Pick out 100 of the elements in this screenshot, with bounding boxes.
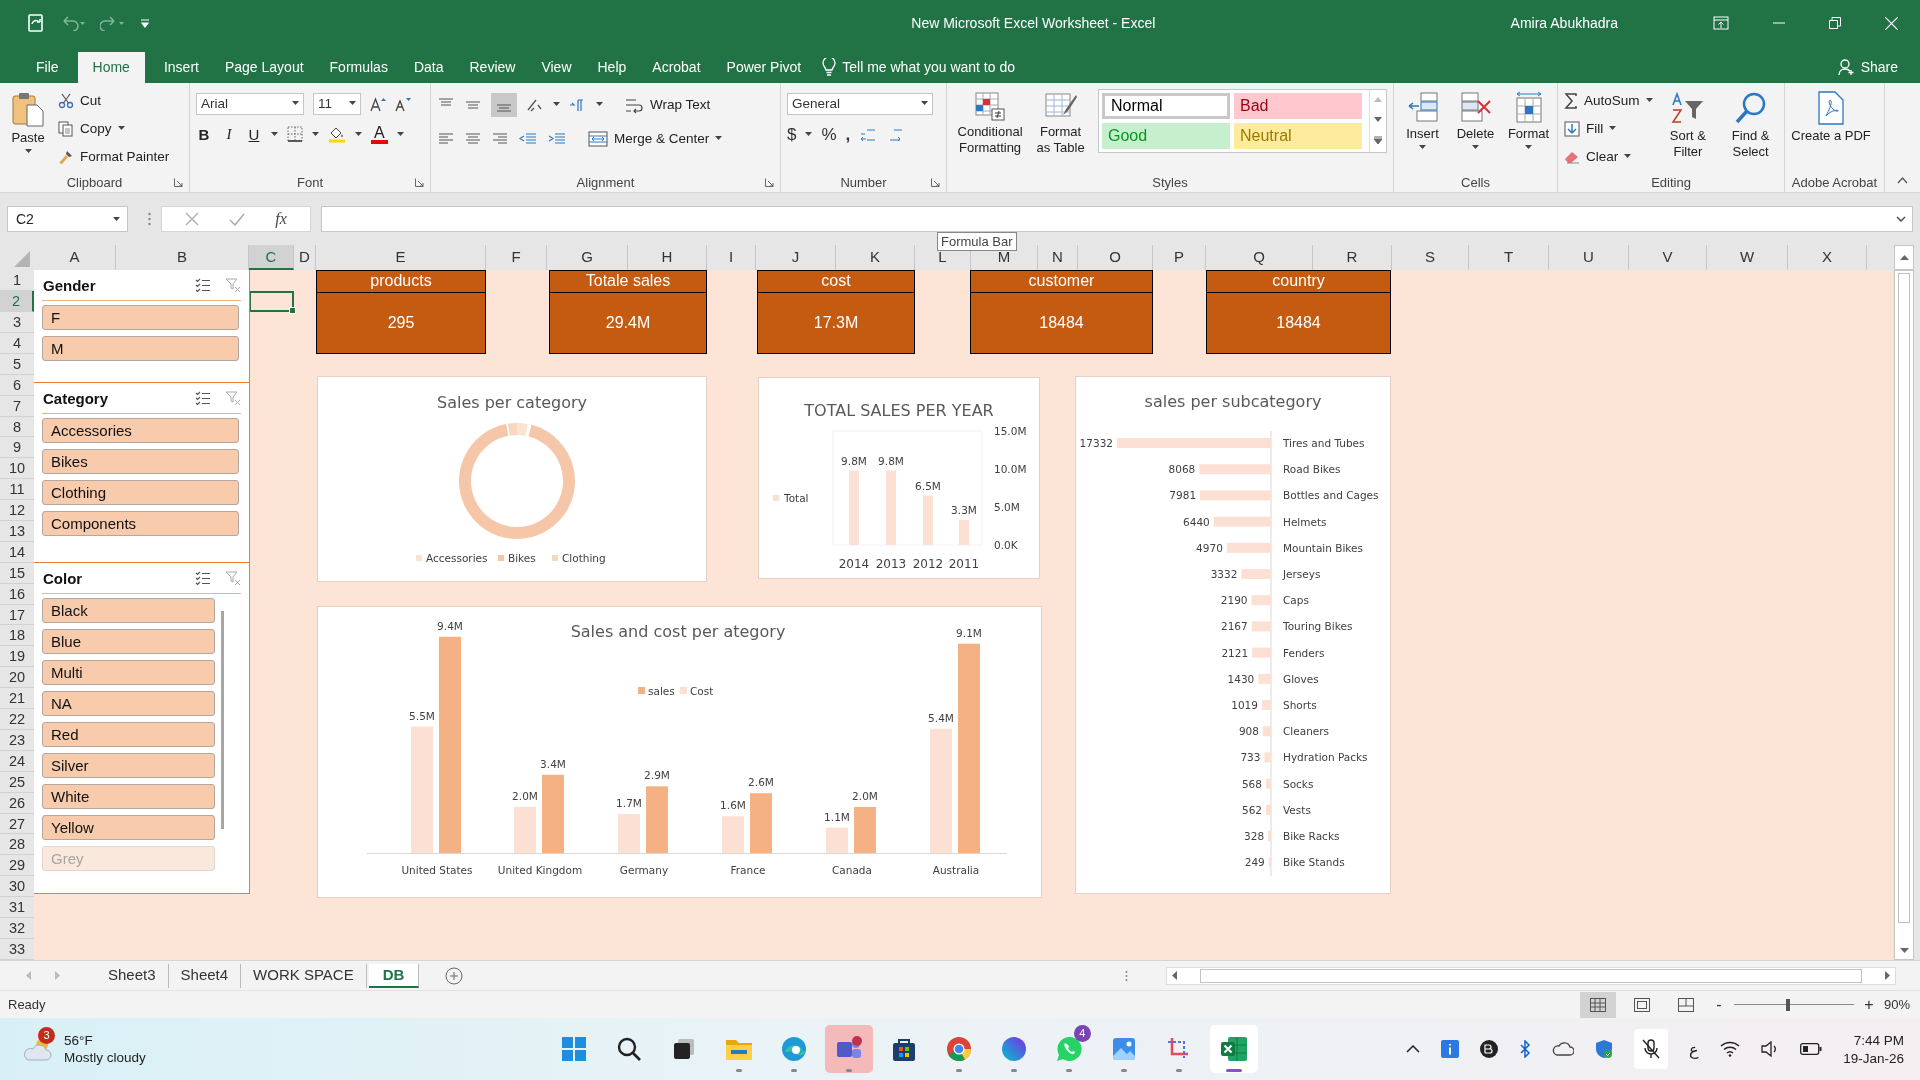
split-handle-icon[interactable] — [1125, 969, 1128, 982]
tell-me-search[interactable]: Tell me what you want to do — [842, 59, 1015, 76]
column-header[interactable]: K — [836, 245, 915, 271]
multi-select-icon[interactable] — [195, 277, 211, 293]
chevron-up-icon[interactable] — [1406, 1045, 1421, 1054]
collapse-ribbon-icon[interactable] — [1897, 177, 1908, 185]
slicer-item[interactable]: White — [42, 784, 215, 810]
cut-button[interactable]: Cut — [58, 88, 170, 113]
microphone-muted-button[interactable] — [1634, 1029, 1669, 1070]
font-color-button[interactable]: A — [371, 124, 388, 144]
ribbon-tab[interactable]: Formulas — [316, 51, 401, 83]
comma-style-button[interactable]: , — [845, 124, 851, 145]
slicer-item[interactable]: M — [42, 336, 239, 362]
more-styles-icon[interactable] — [1374, 136, 1382, 145]
zoom-slider[interactable] — [1734, 997, 1854, 1012]
decrease-font-size-icon[interactable] — [395, 95, 411, 112]
italic-button[interactable]: I — [221, 125, 237, 143]
taskbar-button[interactable]: 4 — [1044, 1025, 1093, 1074]
slicer-item[interactable]: Red — [42, 722, 215, 748]
slicer-item[interactable]: Silver — [42, 753, 215, 779]
cell-style[interactable]: Bad — [1234, 92, 1362, 119]
wrap-text-button[interactable]: Wrap Text — [624, 92, 711, 117]
bottom-align-icon[interactable] — [491, 92, 517, 117]
column-header[interactable]: O — [1078, 245, 1153, 271]
multi-select-icon[interactable] — [195, 390, 211, 406]
undo-icon[interactable] — [60, 15, 86, 32]
slicer-scrollbar[interactable] — [221, 611, 224, 830]
cell-style[interactable]: Normal — [1102, 92, 1230, 119]
fill-color-icon[interactable] — [328, 125, 346, 144]
close-icon[interactable] — [1885, 16, 1898, 30]
info-icon[interactable] — [1441, 1040, 1460, 1059]
bold-button[interactable]: B — [196, 125, 212, 143]
slicer-item[interactable]: F — [42, 305, 239, 331]
dialog-launcher-icon[interactable] — [931, 178, 940, 188]
ribbon-display-icon[interactable] — [1713, 16, 1729, 31]
cloud-icon[interactable] — [1552, 1042, 1575, 1057]
slicer-item[interactable]: Components — [42, 511, 239, 537]
zoom-out-button[interactable]: - — [1712, 995, 1726, 1014]
cells-button[interactable]: Format — [1506, 86, 1551, 150]
format-as-table-button[interactable]: Format as Table — [1035, 86, 1086, 156]
copy-button[interactable]: Copy — [58, 116, 170, 141]
sheet-tab[interactable]: DB — [368, 963, 420, 988]
font-size-field[interactable]: 11 — [313, 92, 361, 115]
format-painter-button[interactable]: Format Painter — [58, 144, 170, 169]
scroll-down-icon[interactable] — [1900, 948, 1909, 954]
scrollbar-thumb[interactable] — [1898, 273, 1910, 924]
slicer-item[interactable]: Accessories — [42, 418, 239, 444]
borders-icon[interactable] — [287, 126, 303, 143]
zoom-thumb[interactable] — [1786, 998, 1790, 1011]
name-box[interactable]: C2 — [7, 206, 128, 233]
ribbon-tab[interactable]: Home — [77, 51, 145, 83]
formula-input[interactable] — [321, 206, 1913, 233]
minimize-icon[interactable] — [1773, 22, 1785, 25]
checkmark-icon[interactable] — [229, 212, 246, 226]
increase-font-size-icon[interactable] — [370, 95, 386, 112]
clear-button[interactable]: Clear — [1564, 144, 1653, 169]
user-name[interactable]: Amira Abukhadra — [1510, 15, 1618, 32]
wifi-icon[interactable] — [1720, 1041, 1741, 1058]
bluetooth-icon[interactable] — [1519, 1040, 1532, 1059]
scroll-up-icon[interactable] — [1899, 255, 1909, 261]
dialog-launcher-icon[interactable] — [415, 178, 424, 188]
slicer-item[interactable]: Yellow — [42, 815, 215, 841]
scroll-down-icon[interactable] — [1374, 116, 1382, 122]
increase-indent-icon[interactable] — [547, 130, 567, 147]
ribbon-tab[interactable]: Help — [584, 51, 640, 83]
sort-filter-button[interactable]: Sort & Filter — [1660, 86, 1716, 160]
cells-button[interactable]: Delete — [1453, 86, 1498, 150]
add-sheet-icon[interactable] — [445, 966, 464, 985]
battery-icon[interactable] — [1800, 1043, 1823, 1056]
clock[interactable]: 7:44 PM 19-Jan-26 — [1843, 1032, 1904, 1066]
dialog-launcher-icon[interactable] — [174, 178, 183, 188]
zoom-level[interactable]: 90% — [1884, 997, 1910, 1013]
create-pdf-button[interactable]: Create a PDF — [1791, 86, 1871, 144]
dialog-launcher-icon[interactable] — [765, 178, 774, 188]
sheet-tab[interactable]: WORK SPACE — [241, 963, 367, 988]
conditional-formatting-button[interactable]: Conditional Formatting — [953, 86, 1028, 156]
sheet-tab[interactable]: Sheet4 — [168, 963, 242, 988]
number-format-field[interactable]: General — [787, 92, 933, 115]
ribbon-tab[interactable]: Power Pivot — [713, 51, 815, 83]
column-header[interactable]: E — [316, 245, 486, 271]
ribbon-tab[interactable]: File — [23, 51, 72, 83]
slicer-item[interactable]: Multi — [42, 660, 215, 686]
cell-style[interactable]: Neutral — [1234, 122, 1362, 149]
column-header[interactable]: M — [971, 245, 1038, 271]
input-language[interactable]: ع — [1689, 1039, 1700, 1059]
redo-icon[interactable] — [100, 15, 126, 32]
zoom-in-button[interactable]: + — [1862, 995, 1876, 1014]
view-button[interactable] — [1580, 991, 1616, 1018]
column-header[interactable]: N — [1038, 245, 1078, 271]
circle-logo-icon[interactable] — [1480, 1040, 1499, 1059]
ribbon-tab[interactable]: Page Layout — [211, 51, 317, 83]
ribbon-tab[interactable]: View — [528, 51, 585, 83]
row-header[interactable]: 2 — [0, 291, 34, 313]
cells-button[interactable]: Insert — [1400, 86, 1445, 150]
ribbon-tab[interactable]: Review — [456, 51, 529, 83]
multi-select-icon[interactable] — [195, 570, 211, 586]
column-header[interactable]: H — [628, 245, 707, 271]
slicer-item[interactable]: NA — [42, 691, 215, 717]
ribbon-tab[interactable]: Acrobat — [639, 51, 714, 83]
scroll-right-icon[interactable] — [1885, 971, 1890, 981]
